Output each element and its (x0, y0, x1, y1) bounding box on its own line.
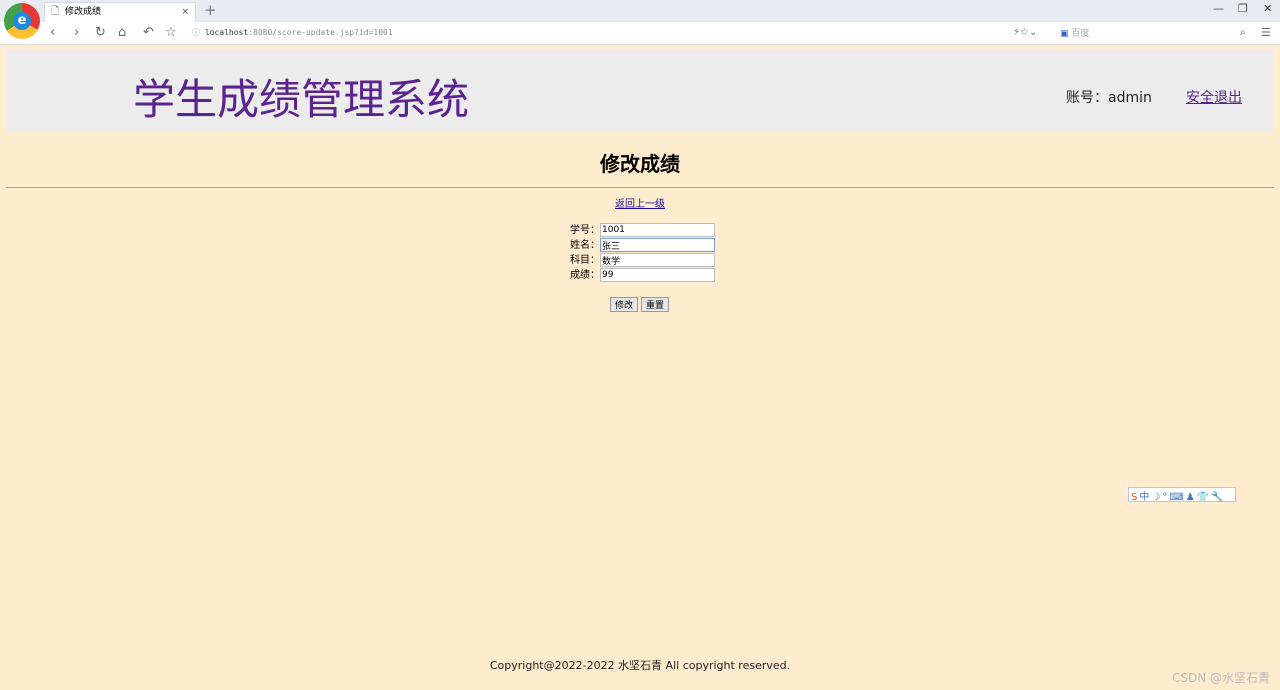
back-icon[interactable]: ‹ (50, 25, 55, 40)
form-row-name: 姓名： (560, 238, 715, 253)
forward-icon[interactable]: › (74, 25, 79, 40)
restore-button[interactable]: ❐ (1238, 2, 1248, 15)
score-input[interactable] (600, 268, 715, 282)
logout-link[interactable]: 安全退出 (1186, 87, 1242, 107)
form-row-score: 成绩： (560, 268, 715, 283)
account-label: 账号：admin (1066, 90, 1152, 106)
subject-input[interactable] (600, 253, 715, 267)
bookmark-icon[interactable]: ⚡☆⌄ (1013, 27, 1037, 38)
site-title: 学生成绩管理系统 (133, 75, 470, 124)
browser-logo-icon: e (4, 3, 40, 39)
menu-icon[interactable]: ☰ (1261, 26, 1271, 39)
field-label: 姓名： (570, 240, 600, 251)
undo-icon[interactable]: ↶ (143, 25, 154, 40)
field-label: 科目： (570, 255, 600, 266)
back-link[interactable]: 返回上一级 (615, 199, 665, 210)
address-bar: ‹ › ↻ ⌂ ↶ ☆ ⓘ localhost:8080/score-updat… (0, 22, 1280, 45)
reset-button[interactable]: 重置 (641, 297, 670, 312)
divider (6, 187, 1274, 188)
site-header: 学生成绩管理系统 账号：admin 安全退出 (6, 50, 1274, 131)
home-icon[interactable]: ⌂ (118, 25, 126, 40)
minimize-button[interactable]: — (1213, 2, 1224, 15)
submit-button[interactable]: 修改 (610, 297, 639, 312)
page-icon: 🗋 (51, 6, 60, 17)
close-tab-icon[interactable]: × (181, 3, 189, 21)
tab-title: 修改成绩 (65, 7, 102, 17)
ime-mode[interactable]: 中 (1139, 492, 1151, 503)
browser-tab[interactable]: 🗋 修改成绩 × (44, 2, 196, 22)
name-input[interactable] (600, 238, 715, 252)
reload-icon[interactable]: ↻ (95, 25, 106, 40)
field-label: 学号： (570, 225, 600, 236)
student-id-input[interactable] (600, 223, 715, 237)
footer: Copyright@2022-2022 水坚石青 All copyright r… (489, 659, 791, 672)
new-tab-button[interactable]: + (204, 1, 217, 19)
close-window-button[interactable]: ✕ (1263, 2, 1272, 15)
field-label: 成绩： (570, 270, 600, 281)
form-row-id: 学号： (560, 223, 715, 238)
page-title: 修改成绩 (600, 152, 680, 176)
search-icon[interactable]: ⌕ (1240, 27, 1246, 38)
url-input[interactable]: ⓘ localhost:8080/score-update.jsp?id=100… (192, 27, 393, 38)
tab-bar: 🗋 修改成绩 × + — ❐ ✕ (0, 0, 1280, 22)
watermark: CSDN @水坚石青 (1171, 671, 1270, 685)
search-input[interactable]: ▣ 百度 (1060, 26, 1089, 39)
form-row-subject: 科目： (560, 253, 715, 268)
ime-tools-icon: ☽°⌨♟👕🔧 (1151, 492, 1226, 503)
ime-toolbar[interactable]: S中☽°⌨♟👕🔧 (1128, 487, 1236, 503)
star-icon[interactable]: ☆ (165, 25, 177, 40)
